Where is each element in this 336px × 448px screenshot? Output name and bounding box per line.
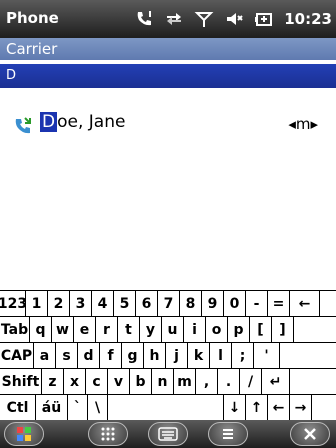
start-icon (17, 427, 31, 441)
key-;[interactable]: ; (232, 343, 254, 368)
key-=[interactable]: = (268, 291, 290, 316)
key-3[interactable]: 3 (70, 291, 92, 316)
key-w[interactable]: w (52, 317, 74, 342)
signal-icon[interactable] (194, 9, 214, 29)
key-x[interactable]: x (64, 369, 86, 394)
key-m[interactable]: m (174, 369, 196, 394)
keyboard-row: CAP a s d f g h j k l; ' (0, 343, 336, 369)
key-↑[interactable]: ↑ (246, 395, 268, 420)
key-.[interactable]: . (218, 369, 240, 394)
contact-name-rest: oe, Jane (57, 112, 126, 132)
key-Ctl[interactable]: Ctl (0, 395, 36, 420)
key-áü[interactable]: áü (36, 395, 68, 420)
key-,[interactable]: , (196, 369, 218, 394)
phone-icon (12, 115, 34, 137)
key-9[interactable]: 9 (202, 291, 224, 316)
key-7[interactable]: 7 (158, 291, 180, 316)
contact-type-tag: ◂m▸ (288, 115, 318, 133)
close-icon (304, 428, 316, 440)
contact-row[interactable]: Doe, Jane ◂m▸ (0, 110, 336, 140)
key-][interactable]: ] (272, 317, 294, 342)
key-a[interactable]: a (34, 343, 56, 368)
key-Shift[interactable]: Shift (0, 369, 42, 394)
key-e[interactable]: e (74, 317, 96, 342)
key-`[interactable]: ` (68, 395, 88, 420)
key-space[interactable] (108, 395, 224, 420)
key-6[interactable]: 6 (136, 291, 158, 316)
key-123[interactable]: 123 (0, 291, 27, 316)
menu-button[interactable] (208, 422, 248, 446)
key-o[interactable]: o (206, 317, 228, 342)
key-k[interactable]: k (188, 343, 210, 368)
key-5[interactable]: 5 (114, 291, 136, 316)
key-0[interactable]: 0 (224, 291, 246, 316)
key-f[interactable]: f (100, 343, 122, 368)
key-↓[interactable]: ↓ (224, 395, 246, 420)
data-connection-icon[interactable] (164, 9, 184, 29)
keyboard-icon (158, 427, 178, 441)
key--[interactable]: - (246, 291, 268, 316)
keyboard-toggle-button[interactable] (148, 422, 188, 446)
key-g[interactable]: g (122, 343, 144, 368)
group-header: D (0, 64, 336, 88)
start-button[interactable] (4, 422, 44, 446)
group-letter: D (6, 68, 17, 83)
key-t[interactable]: t (118, 317, 140, 342)
key-CAP[interactable]: CAP (0, 343, 34, 368)
contact-name: Doe, Jane (40, 112, 125, 132)
key-n[interactable]: n (152, 369, 174, 394)
app-title: Phone (6, 9, 59, 27)
carrier-bar: Carrier (0, 38, 336, 60)
key-v[interactable]: v (108, 369, 130, 394)
dialpad-button[interactable] (88, 422, 128, 446)
call-status-icon[interactable] (134, 9, 154, 29)
key-'[interactable]: ' (254, 343, 280, 368)
battery-icon[interactable] (254, 9, 274, 29)
key-1[interactable]: 1 (26, 291, 48, 316)
key-z[interactable]: z (42, 369, 64, 394)
keyboard-row: Tab q w e r t y u i o p[] (0, 317, 336, 343)
key-q[interactable]: q (30, 317, 52, 342)
title-bar: Phone 10:23 (0, 0, 336, 38)
key-[[interactable]: [ (250, 317, 272, 342)
key-→[interactable]: → (290, 395, 312, 420)
key-c[interactable]: c (86, 369, 108, 394)
contact-name-first-letter: D (40, 112, 58, 132)
key-y[interactable]: y (140, 317, 162, 342)
key-/[interactable]: / (240, 369, 262, 394)
keyboard-row: 123 1 2 3 4 5 6 7 8 9 0- = ← (0, 291, 336, 317)
keyboard-row: Shift z x c v b n m,. / ↵ (0, 369, 336, 395)
clock[interactable]: 10:23 (284, 10, 332, 28)
carrier-label: Carrier (6, 40, 58, 58)
key-4[interactable]: 4 (92, 291, 114, 316)
key-b[interactable]: b (130, 369, 152, 394)
key-h[interactable]: h (144, 343, 166, 368)
soft-key-bar (0, 420, 336, 448)
key-←[interactable]: ← (268, 395, 290, 420)
menu-icon (223, 429, 233, 439)
key-r[interactable]: r (96, 317, 118, 342)
key-d[interactable]: d (78, 343, 100, 368)
volume-icon[interactable] (224, 9, 244, 29)
key-←[interactable]: ← (290, 291, 320, 316)
key-Tab[interactable]: Tab (0, 317, 30, 342)
key-u[interactable]: u (162, 317, 184, 342)
close-button[interactable] (290, 422, 330, 446)
key-↵[interactable]: ↵ (262, 369, 290, 394)
key-\[interactable]: \ (88, 395, 108, 420)
dialpad-icon (101, 427, 115, 441)
keyboard-row: Ctl áü ` \ ↓ ↑ ← → (0, 395, 336, 421)
key-8[interactable]: 8 (180, 291, 202, 316)
key-j[interactable]: j (166, 343, 188, 368)
status-icons: 10:23 (134, 6, 332, 32)
key-2[interactable]: 2 (48, 291, 70, 316)
key-p[interactable]: p (228, 317, 250, 342)
key-s[interactable]: s (56, 343, 78, 368)
key-l[interactable]: l (210, 343, 232, 368)
key-i[interactable]: i (184, 317, 206, 342)
soft-keyboard: 123 1 2 3 4 5 6 7 8 9 0- = ← Tab q w e r t y u i o p[] CAP a s d f g h… (0, 290, 336, 421)
